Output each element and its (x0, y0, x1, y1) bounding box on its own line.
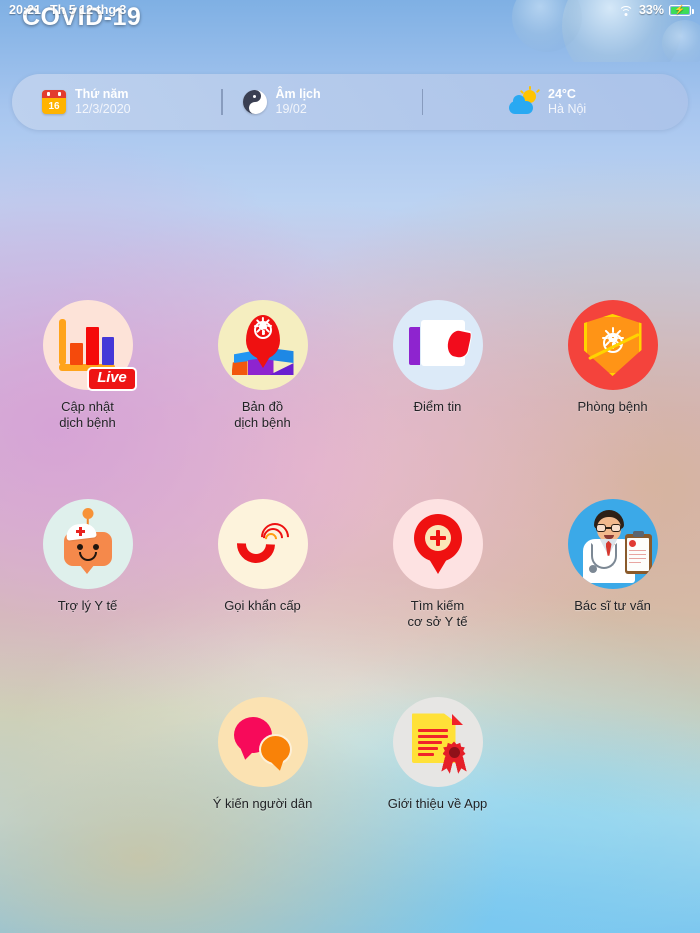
app-tile-label: Bác sĩ tư vấn (574, 597, 651, 613)
live-badge: Live (87, 367, 137, 391)
weather-text: 24°C Hà Nội (548, 87, 586, 118)
battery-charging-icon: ⚡ (669, 4, 694, 16)
app-tile-label: Gọi khẩn cấp (224, 597, 301, 613)
icon-circle: Live (42, 300, 137, 391)
icon-circle (217, 697, 308, 788)
info-cell-lunar[interactable]: Âm lịch 19/02 (223, 87, 422, 118)
info-cell-date[interactable]: 16 Thứ năm 12/3/2020 (12, 87, 221, 118)
medical-location-pin-icon (413, 513, 462, 574)
icon-circle (567, 498, 658, 589)
bar-chart-icon (58, 319, 117, 371)
icon-circle (567, 300, 658, 390)
grid-spacer (0, 697, 175, 812)
app-tile-label: Ý kiến người dân (212, 796, 313, 812)
lunar-text: Âm lịch 19/02 (276, 87, 321, 118)
status-date: Th 5 12 thg 3 (49, 3, 127, 17)
app-tile-phong-benh[interactable]: Phòng bệnh (525, 300, 700, 431)
grid-row-3: Ý kiến người dân Giới thiệu về App (0, 697, 700, 812)
medical-chatbot-icon (60, 507, 116, 574)
certificate-icon (411, 713, 464, 771)
app-tile-cap-nhat-dich-benh[interactable]: Live Cập nhật dịch bệnh (0, 300, 175, 431)
info-cell-weather[interactable]: 24°C Hà Nội (423, 86, 688, 118)
app-tile-diem-tin[interactable]: Điểm tin (350, 300, 525, 431)
date-value: 12/3/2020 (75, 102, 131, 116)
battery-percent-label: 33% (638, 3, 664, 17)
virus-particle-graphic-edge (662, 20, 700, 62)
weather-temperature: 24°C (548, 86, 576, 101)
app-tile-gioi-thieu-ve-app[interactable]: Giới thiệu về App (350, 697, 525, 812)
newspaper-flame-icon (408, 320, 471, 370)
app-tile-bac-si-tu-van[interactable]: Bác sĩ tư vấn (525, 498, 700, 630)
app-tile-label: Điểm tin (413, 399, 462, 414)
app-tile-label: Bản đồ dịch bệnh (234, 399, 291, 430)
app-tile-label: Cập nhật dịch bệnh (59, 399, 116, 430)
icon-circle (392, 300, 483, 390)
ringing-phone-icon (228, 516, 295, 571)
icon-circle (42, 498, 133, 589)
status-time: 20:21 (9, 3, 41, 17)
grid-spacer (525, 697, 700, 812)
speech-bubbles-icon (233, 717, 292, 767)
grid-row-2: Trợ lý Y tế Gọi khẩn cấp Tìm kiếm cơ sở … (0, 498, 700, 630)
app-tile-ban-do-dich-benh[interactable]: Bản đồ dịch bệnh (175, 300, 350, 431)
sun-behind-cloud-icon (509, 86, 541, 115)
icon-circle (217, 300, 308, 390)
weather-city: Hà Nội (548, 102, 587, 116)
app-shortcut-grid: Live Cập nhật dịch bệnh Bản đồ dịch bệnh… (0, 300, 700, 812)
app-tile-label: Phòng bệnh (577, 399, 648, 414)
calendar-icon-day: 16 (48, 100, 60, 112)
lunar-value: 19/02 (275, 102, 307, 116)
wifi-icon (618, 5, 634, 16)
doctor-clipboard-icon (574, 505, 652, 583)
info-bar: 16 Thứ năm 12/3/2020 Âm lịch 19/02 24°C … (12, 74, 688, 130)
lunar-label: Âm lịch (275, 86, 321, 101)
app-tile-label: Giới thiệu về App (387, 796, 488, 812)
app-tile-label: Trợ lý Y tế (57, 597, 118, 613)
map-pin-virus-icon (231, 315, 294, 375)
app-tile-tim-kiem-co-so-y-te[interactable]: Tìm kiếm cơ sở Y tế (350, 498, 525, 630)
status-bar-left: 20:21 Th 5 12 thg 3 (9, 3, 126, 17)
icon-circle (392, 498, 483, 589)
app-tile-label: Tìm kiếm cơ sở Y tế (407, 597, 468, 629)
grid-row-1: Live Cập nhật dịch bệnh Bản đồ dịch bệnh… (0, 300, 700, 431)
icon-circle (392, 697, 483, 788)
app-tile-y-kien-nguoi-dan[interactable]: Ý kiến người dân (175, 697, 350, 812)
icon-circle (217, 498, 308, 589)
app-tile-goi-khan-cap[interactable]: Gọi khẩn cấp (175, 498, 350, 630)
date-weekday: Thứ năm (75, 86, 129, 101)
app-tile-tro-ly-y-te[interactable]: Trợ lý Y tế (0, 498, 175, 630)
calendar-icon: 16 (42, 90, 66, 114)
yin-yang-icon (242, 90, 267, 114)
date-text: Thứ năm 12/3/2020 (75, 87, 131, 118)
shield-virus-blocked-icon (583, 314, 642, 376)
status-bar: 20:21 Th 5 12 thg 3 33% ⚡ (0, 0, 700, 20)
status-bar-right: 33% ⚡ (618, 3, 694, 17)
